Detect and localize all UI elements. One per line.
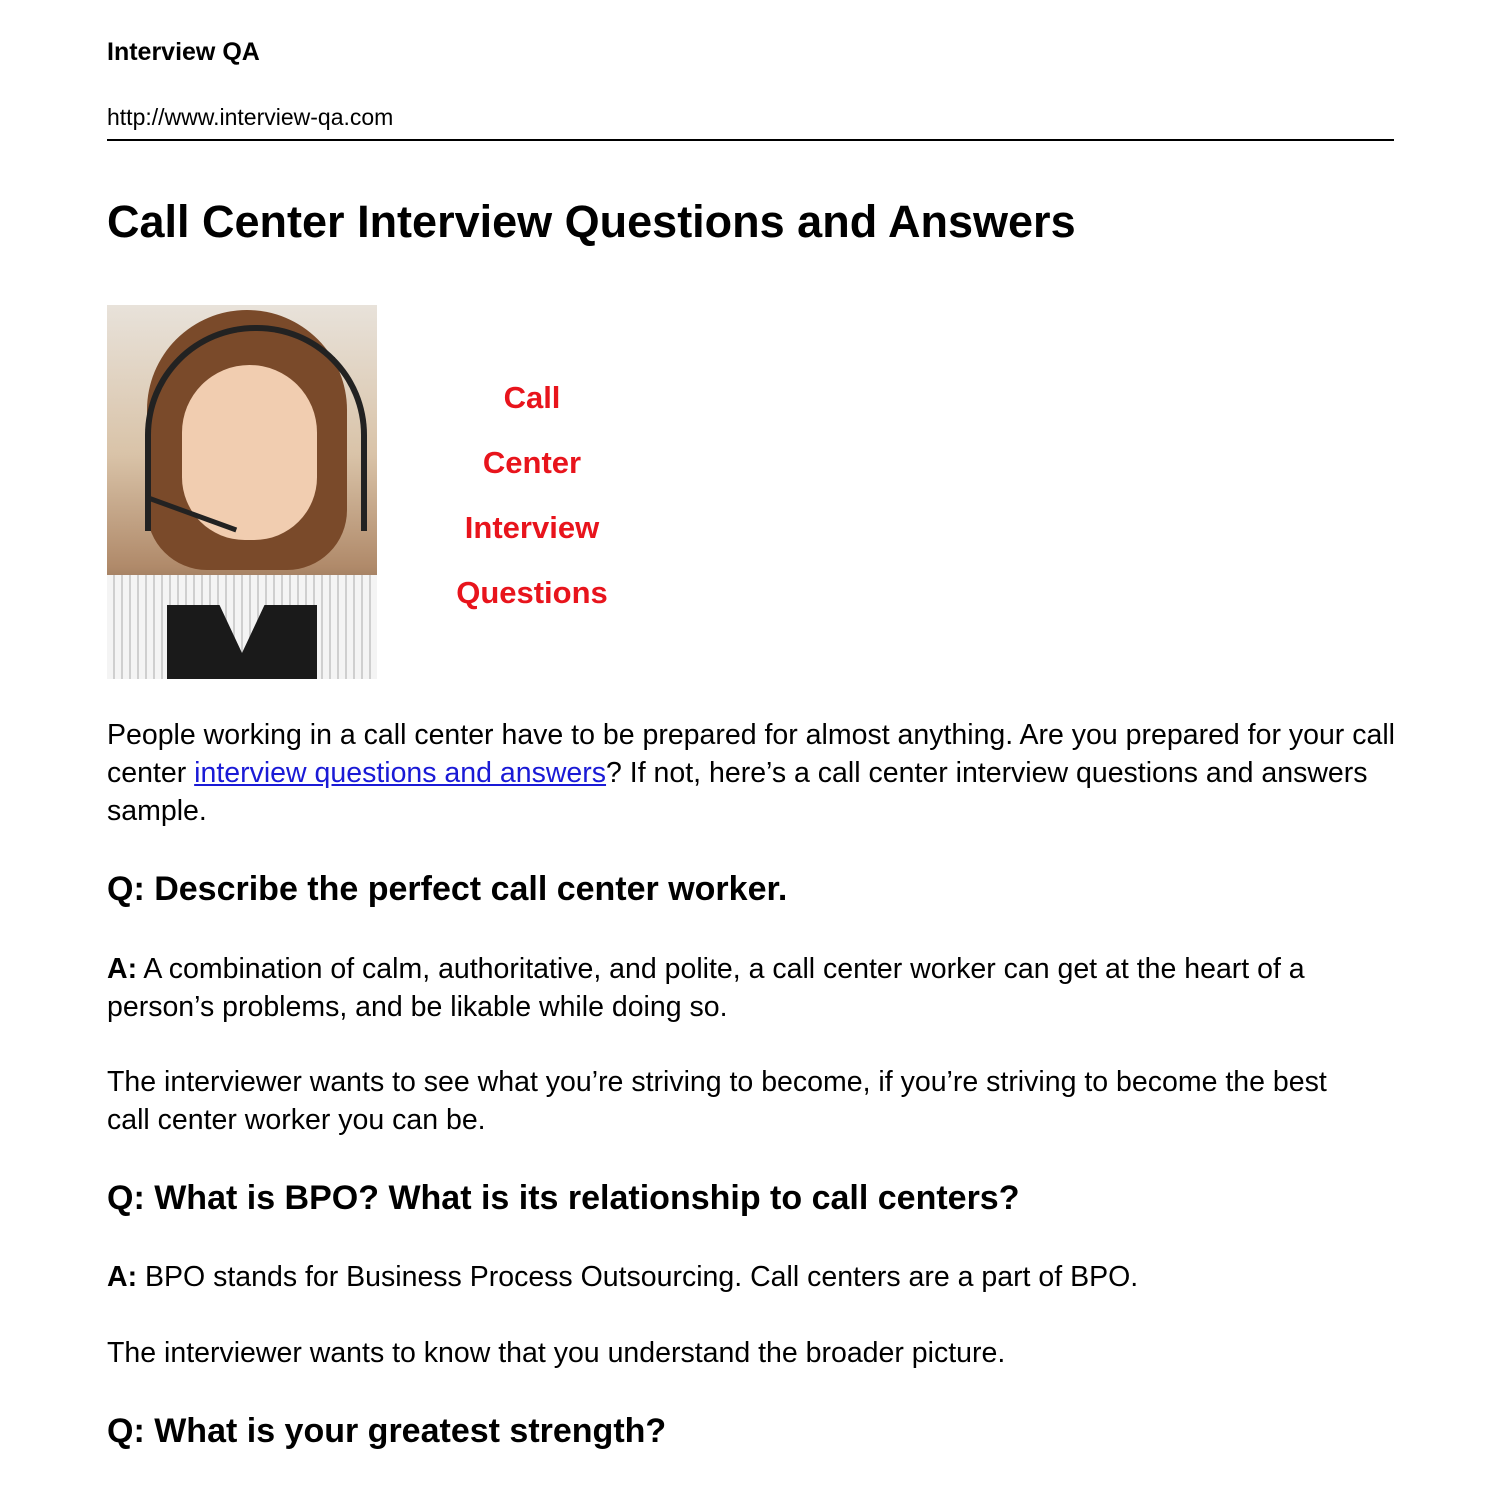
site-url: http://www.interview-qa.com [107, 104, 394, 130]
answer-paragraph: A: BPO stands for Business Process Outso… [107, 1261, 1139, 1293]
hero-image: Call Center Interview Questions [107, 305, 647, 680]
hero-caption: Call Center Interview Questions [427, 365, 637, 625]
question-heading: Q: What is BPO? What is its relationship… [107, 1179, 1020, 1217]
headset-icon [145, 325, 367, 531]
intro-paragraph: People working in a call center have to … [107, 719, 1395, 827]
question-heading: Q: Describe the perfect call center work… [107, 870, 788, 908]
hero-word: Interview [464, 510, 600, 545]
question-heading: Q: What is your greatest strength? [107, 1412, 667, 1450]
header-divider [107, 139, 1394, 141]
site-name: Interview QA [107, 38, 260, 66]
note-paragraph: The interviewer wants to see what you’re… [107, 1066, 1327, 1136]
interview-qa-link[interactable]: interview questions and answers [194, 757, 606, 789]
note-paragraph: The interviewer wants to know that you u… [107, 1337, 1006, 1369]
hero-word: Call [503, 380, 561, 415]
page-title: Call Center Interview Questions and Answ… [107, 196, 1076, 247]
hero-word: Center [482, 445, 582, 480]
call-center-agent-photo [107, 305, 377, 679]
answer-paragraph: A: A combination of calm, authoritative,… [107, 953, 1305, 1023]
hero-word: Questions [456, 575, 608, 610]
